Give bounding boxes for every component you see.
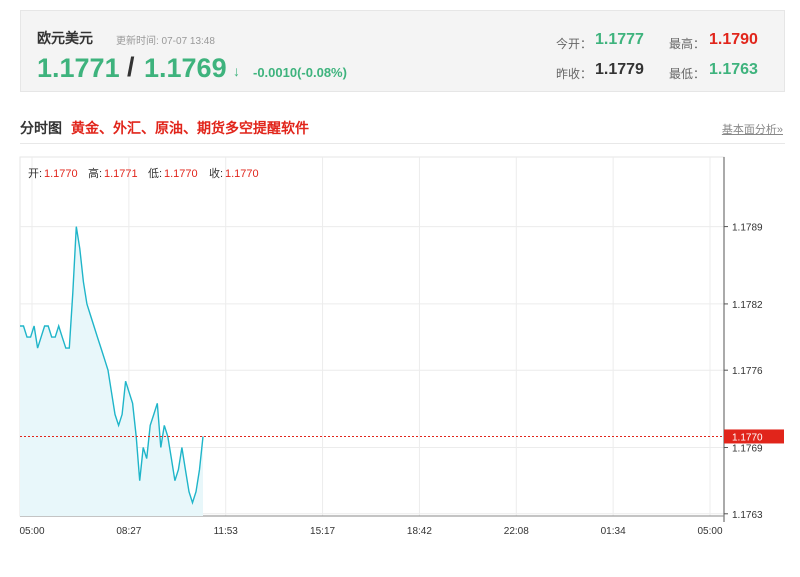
intraday-chart-area: 1.1789 1.1782 1.1776 1.1769 1.1763 05:00 08:27… [0, 0, 800, 577]
ohlc-low-value: 1.1770 [164, 168, 198, 180]
ohlc-low-label: 低: [148, 167, 162, 180]
y-tick-label: 1.1769 [732, 444, 763, 455]
ohlc-open-label: 开: [28, 168, 42, 180]
x-tick-label: 15:17 [310, 526, 335, 537]
x-tick-label: 18:42 [407, 526, 432, 537]
y-tick-label: 1.1776 [732, 366, 763, 377]
x-tick-label: 11:53 [214, 526, 239, 537]
y-tick-label: 1.1789 [732, 223, 763, 234]
y-tick-label: 1.1763 [732, 510, 763, 521]
ohlc-open-value: 1.1770 [44, 168, 78, 180]
x-tick-label: 01:34 [601, 526, 626, 537]
x-tick-label: 05:00 [697, 526, 722, 537]
ohlc-close-label: 收: [209, 166, 223, 180]
ohlc-high-value: 1.1771 [104, 168, 138, 180]
current-price-label: 1.1770 [732, 432, 763, 443]
intraday-chart: 1.1789 1.1782 1.1776 1.1769 1.1763 05:00 08:27… [19, 156, 784, 537]
y-tick-label: 1.1782 [732, 300, 763, 311]
x-tick-label: 08:27 [116, 526, 141, 537]
x-tick-label: 22:08 [504, 526, 529, 537]
x-tick-label: 05:00 [19, 526, 44, 537]
ohlc-close-value: 1.1770 [225, 168, 259, 180]
ohlc-high-label: 高: [88, 166, 102, 180]
